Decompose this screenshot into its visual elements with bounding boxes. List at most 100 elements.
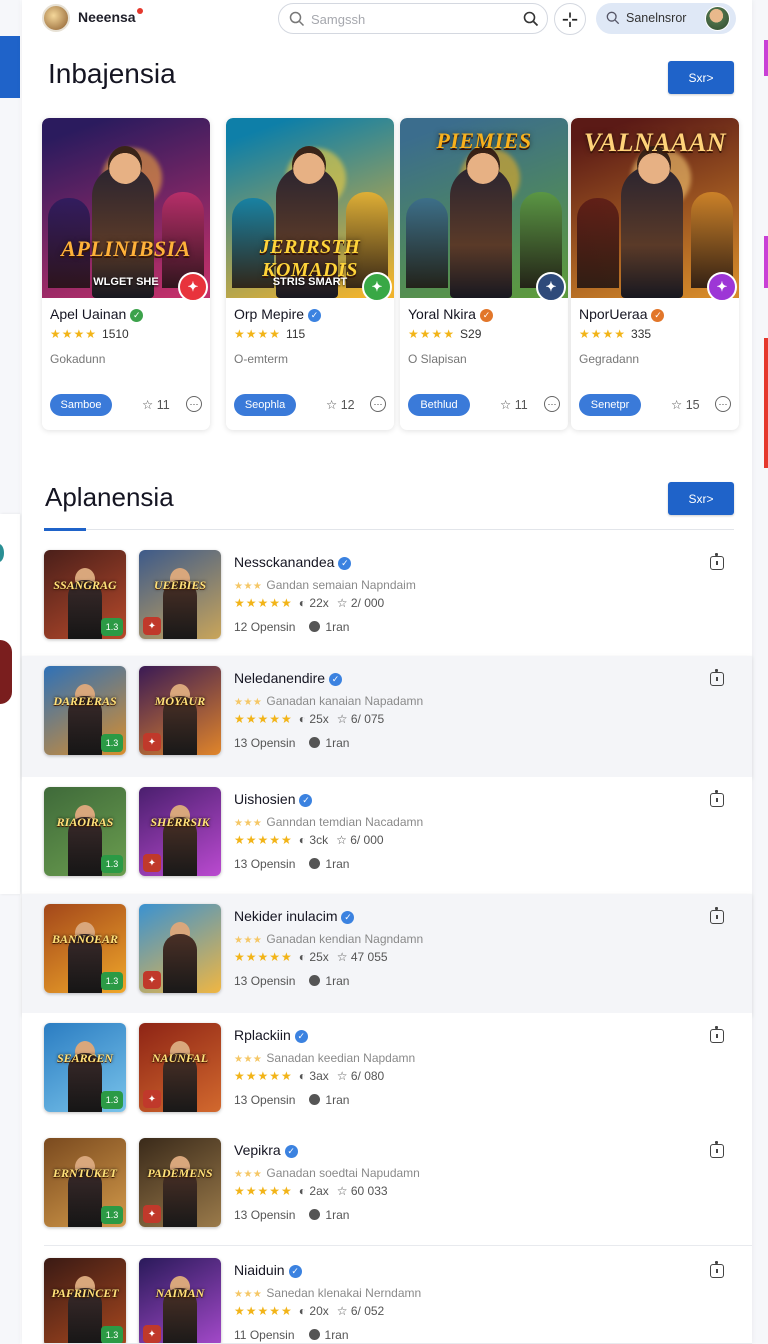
thumb-title: SEARGEN <box>56 1051 114 1065</box>
card-tag-button[interactable]: Senetpr <box>579 394 641 416</box>
likes-icon: ☆ <box>336 712 348 726</box>
game-thumbnail[interactable]: ERNTUKET 1.3 <box>44 1138 126 1227</box>
thumb-title: PADEMENS <box>147 1166 213 1180</box>
brand-logo[interactable] <box>42 4 70 32</box>
game-thumbnail[interactable]: PAFRINCET 1.3 <box>44 1258 126 1344</box>
search-bar[interactable] <box>278 3 548 34</box>
list-item[interactable]: RIAOIRAS 1.3 SHERRSIK ✦ Uishosien ✓ ★★★ Ga… <box>22 777 752 895</box>
views-icon: ◐ <box>298 1184 307 1198</box>
add-icon[interactable]: ⊹ <box>554 3 586 35</box>
game-thumbnail-alt[interactable]: MOYAUR ✦ <box>139 666 221 755</box>
game-thumbnail-alt[interactable]: NAUNFAL ✦ <box>139 1023 221 1112</box>
card-likes[interactable]: ☆ 11 <box>500 397 528 412</box>
card-tag-button[interactable]: Samboe <box>50 394 112 416</box>
game-card[interactable]: PIEMIES ✦ Yoral Nkira ✓ ★★★★ S29 O Slapisa… <box>400 118 568 430</box>
likes-count: 6/ 052 <box>350 1304 385 1318</box>
bookmark-icon[interactable] <box>710 1141 724 1158</box>
card-art[interactable]: PIEMIES <box>400 118 568 298</box>
list-item[interactable]: DAREERAS 1.3 MOYAUR ✦ Neledanendire ✓ ★★★… <box>22 656 752 778</box>
list-item-subtitle: ★★★ Ganadan kendian Nagndamn <box>234 932 423 946</box>
list-item-title-text: Niaiduin <box>234 1262 285 1278</box>
list-item-title[interactable]: Nekider inulacim ✓ <box>234 908 355 924</box>
card-more-icon[interactable]: ⋯ <box>544 396 560 412</box>
card-art[interactable]: JERIRSTH KOMADIS STRIS SMART <box>226 118 394 298</box>
user-menu[interactable]: Sanelnsror <box>596 3 736 34</box>
game-thumbnail[interactable]: DAREERAS 1.3 <box>44 666 126 755</box>
list-item-title[interactable]: Uishosien ✓ <box>234 791 313 807</box>
card-badge-icon[interactable]: ✦ <box>707 272 737 302</box>
card-art[interactable]: APLINIBSIA WLGEТ SHE <box>42 118 210 298</box>
list-item-subtitle: ★★★ Ganadan soedtai Napudamn <box>234 1166 420 1180</box>
rating-stars: ★★★★★ <box>234 950 293 964</box>
faded-stars: ★★★ <box>234 1289 263 1300</box>
featured-more-button[interactable]: Sxr> <box>668 61 734 94</box>
list-item-title[interactable]: Vepikra ✓ <box>234 1142 298 1158</box>
verified-icon: ✓ <box>130 309 144 322</box>
bookmark-icon[interactable] <box>710 1026 724 1043</box>
list-item[interactable]: BANNOEAR 1.3 ✦ Nekider inulacim ✓ ★★★ Gana… <box>22 894 752 1016</box>
list-more-button[interactable]: Sxr> <box>668 482 734 515</box>
card-more-icon[interactable]: ⋯ <box>186 396 202 412</box>
bookmark-icon[interactable] <box>710 669 724 686</box>
thumb-title: SSANGRAG <box>53 578 117 592</box>
search-submit-icon[interactable] <box>523 11 539 27</box>
game-thumbnail[interactable]: RIAOIRAS 1.3 <box>44 787 126 876</box>
card-tag-button[interactable]: Bethlud <box>408 394 470 416</box>
meta-label: Opensin <box>249 1328 295 1342</box>
game-thumbnail-alt[interactable]: NAIMAN ✦ <box>139 1258 221 1344</box>
card-badge-icon[interactable]: ✦ <box>178 272 208 302</box>
thumb-title: ERNTUKET <box>52 1166 117 1180</box>
meta-dot-icon <box>309 975 321 986</box>
card-title[interactable]: Orp Mepire ✓ <box>234 306 322 322</box>
game-thumbnail[interactable]: SEARGEN 1.3 <box>44 1023 126 1112</box>
card-art[interactable]: VALNAAAN <box>571 118 739 298</box>
faded-stars: ★★★ <box>234 697 263 708</box>
bookmark-icon[interactable] <box>710 553 724 570</box>
meta-extra: 1ran <box>325 857 350 871</box>
thumb-title: UEEBIES <box>153 578 207 592</box>
game-thumbnail[interactable]: SSANGRAG 1.3 <box>44 550 126 639</box>
rating-stars: ★★★★★ <box>234 1069 293 1083</box>
views-icon: ◐ <box>298 596 307 610</box>
list-item-title[interactable]: Niaiduin ✓ <box>234 1262 302 1278</box>
card-tag-button[interactable]: Seophla <box>234 394 296 416</box>
card-more-icon[interactable]: ⋯ <box>715 396 731 412</box>
card-badge-icon[interactable]: ✦ <box>362 272 392 302</box>
card-meta: O Slapisan <box>408 352 467 366</box>
game-thumbnail-alt[interactable]: PADEMENS ✦ <box>139 1138 221 1227</box>
card-title[interactable]: NporUeraa ✓ <box>579 306 665 322</box>
bookmark-icon[interactable] <box>710 1261 724 1278</box>
list-item-meta: 13 Opensin 1ran <box>234 1208 349 1222</box>
game-thumbnail-alt[interactable]: ✦ <box>139 904 221 993</box>
card-likes[interactable]: ☆ 15 <box>671 397 700 412</box>
list-item[interactable]: SSANGRAG 1.3 UEEBIES ✦ Nessckanandea ✓ ★★… <box>22 540 752 658</box>
card-badge-icon[interactable]: ✦ <box>536 272 566 302</box>
list-item-title[interactable]: Rplackiin ✓ <box>234 1027 308 1043</box>
list-item-subtitle: ★★★ Sanadan keedian Napdamn <box>234 1051 415 1065</box>
avatar[interactable] <box>705 6 730 31</box>
card-title[interactable]: Yoral Nkira ✓ <box>408 306 493 322</box>
list-item-title[interactable]: Neledanendire ✓ <box>234 670 343 686</box>
list-item[interactable]: SEARGEN 1.3 NAUNFAL ✦ Rplackiin ✓ ★★★ Sana… <box>22 1013 752 1131</box>
list-item[interactable]: ERNTUKET 1.3 PADEMENS ✦ Vepikra ✓ ★★★ Gana… <box>22 1128 752 1246</box>
game-card[interactable]: APLINIBSIA WLGEТ SHE ✦ Apel Uainan ✓ ★★★★… <box>42 118 210 430</box>
list-item-title[interactable]: Nessckanandea ✓ <box>234 554 352 570</box>
list-item[interactable]: PAFRINCET 1.3 NAIMAN ✦ Niaiduin ✓ ★★★ Sane… <box>22 1248 752 1344</box>
game-card[interactable]: JERIRSTH KOMADIS STRIS SMART ✦ Orp Mepir… <box>226 118 394 430</box>
meta-count: 13 <box>234 857 248 871</box>
card-more-icon[interactable]: ⋯ <box>370 396 386 412</box>
game-thumbnail-alt[interactable]: UEEBIES ✦ <box>139 550 221 639</box>
card-likes[interactable]: ☆ 11 <box>142 397 170 412</box>
bookmark-icon[interactable] <box>710 790 724 807</box>
card-likes[interactable]: ☆ 12 <box>326 397 355 412</box>
search-input[interactable] <box>311 10 501 28</box>
verified-icon: ✓ <box>299 794 313 807</box>
game-card[interactable]: VALNAAAN ✦ NporUeraa ✓ ★★★★ 335 Gegradann … <box>571 118 739 430</box>
bookmark-icon[interactable] <box>710 907 724 924</box>
game-thumbnail-alt[interactable]: SHERRSIK ✦ <box>139 787 221 876</box>
card-title[interactable]: Apel Uainan ✓ <box>50 306 144 322</box>
card-rating: ★★★★ S29 <box>408 327 482 341</box>
game-thumbnail[interactable]: BANNOEAR 1.3 <box>44 904 126 993</box>
brand-name[interactable]: Neeensa <box>78 9 136 25</box>
thumb-title: DAREERAS <box>53 694 117 708</box>
